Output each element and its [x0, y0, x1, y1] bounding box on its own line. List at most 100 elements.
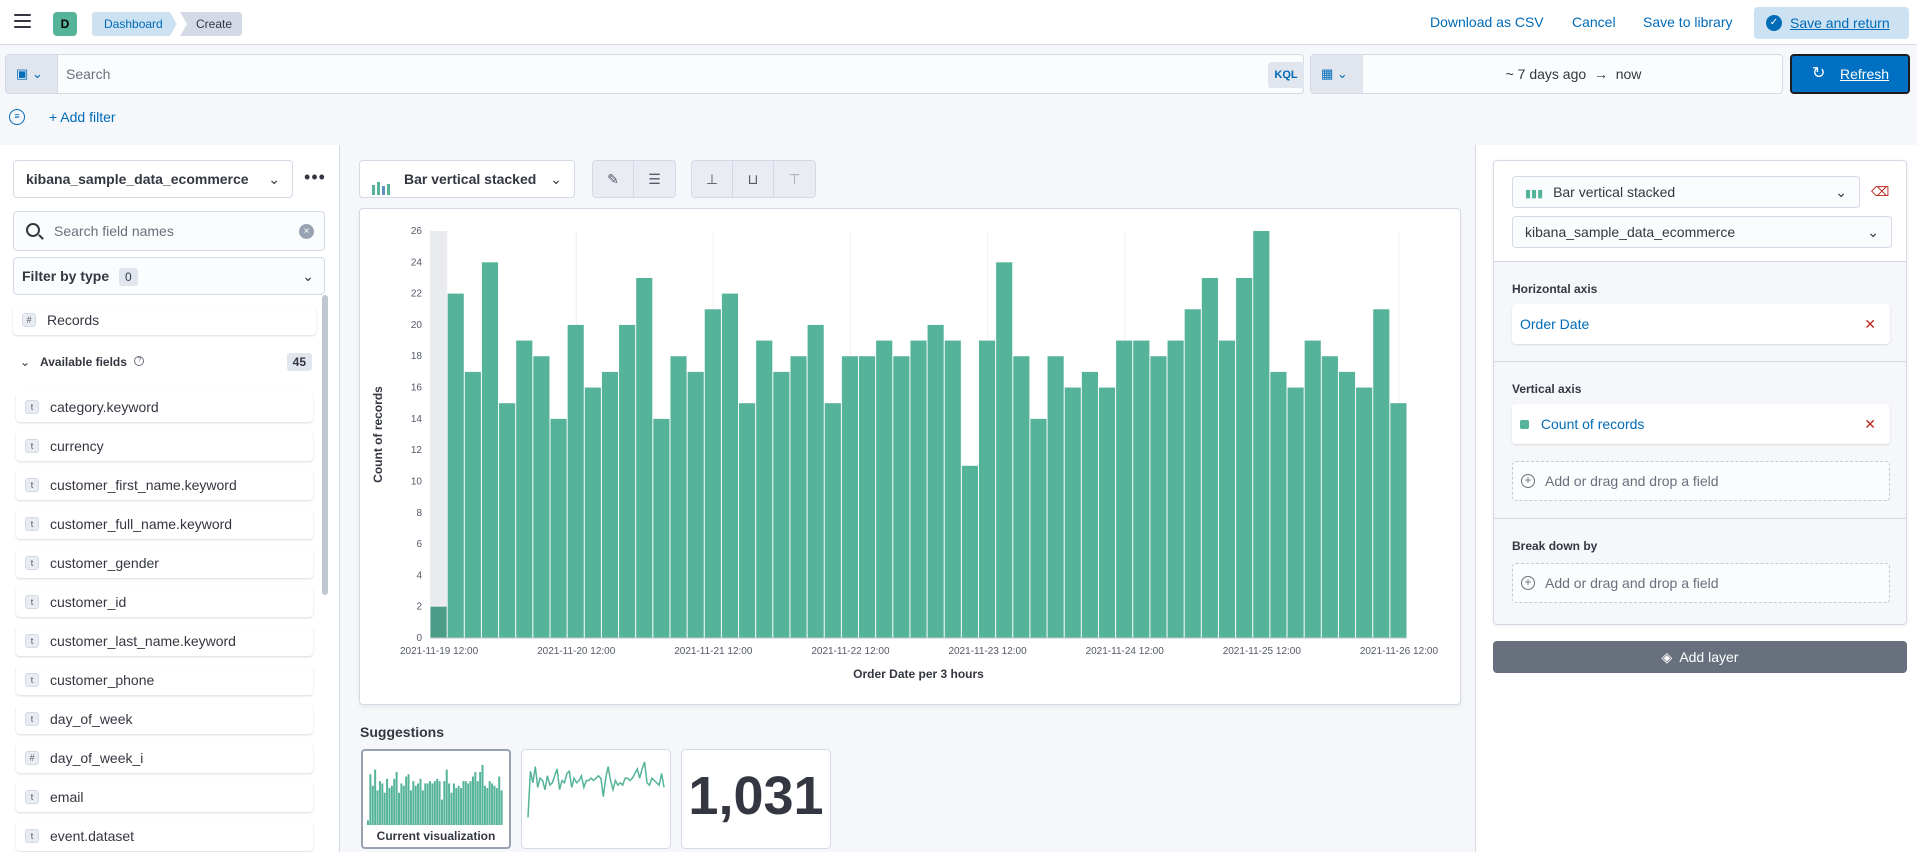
field-item[interactable]: t customer_full_name.keyword: [16, 509, 313, 539]
visualization-type-selector[interactable]: Bar vertical stacked ⌄: [359, 160, 575, 198]
search-icon: [26, 223, 40, 237]
field-item[interactable]: t event.dataset: [16, 821, 313, 851]
thumbnail-bar: [381, 783, 384, 825]
field-item-records[interactable]: # Records: [13, 305, 316, 335]
field-item[interactable]: t category.keyword: [16, 392, 313, 422]
field-item[interactable]: t customer_phone: [16, 665, 313, 695]
vertical-axis-title: Vertical axis: [1512, 382, 1582, 396]
quick-date-button[interactable]: ▦ ⌄: [1311, 55, 1363, 93]
cancel-link[interactable]: Cancel: [1572, 14, 1616, 30]
layers-icon: ◈: [1661, 649, 1673, 665]
suggestion-bar-thumbnail: [367, 765, 503, 825]
refresh-button[interactable]: ↻ Refresh: [1790, 54, 1910, 94]
filter-by-type-button[interactable]: Filter by type 0 ⌄: [13, 257, 325, 295]
saved-query-button[interactable]: ▣ ⌄: [6, 55, 58, 93]
clear-icon[interactable]: ×: [299, 224, 314, 239]
bottom-axis-icon[interactable]: ⊔: [733, 161, 774, 197]
date-range[interactable]: ~ 7 days ago → now: [1371, 55, 1776, 93]
thumbnail-bar: [467, 783, 470, 825]
top-header: D Dashboard Create Download as CSV Cance…: [0, 0, 1917, 45]
bar: [584, 387, 601, 638]
thumbnail-bar: [486, 788, 489, 825]
y-tick-label: 4: [416, 570, 422, 581]
y-tick-label: 10: [411, 476, 423, 487]
text-type-icon: t: [25, 673, 39, 687]
breadcrumb-dashboard[interactable]: Dashboard: [92, 12, 177, 36]
field-item[interactable]: t customer_id: [16, 587, 313, 617]
thumbnail-bar: [412, 781, 415, 825]
x-tick-label: 2021-11-19 12:00: [400, 646, 479, 657]
field-item[interactable]: t day_of_week: [16, 704, 313, 734]
suggestion-line-chart[interactable]: [521, 749, 671, 849]
y-axis-title: Count of records: [371, 386, 385, 483]
field-name: customer_full_name.keyword: [50, 516, 233, 532]
save-and-return-button[interactable]: ✓ Save and return: [1754, 7, 1909, 39]
search-input[interactable]: [66, 61, 1126, 87]
more-options-icon[interactable]: •••: [303, 168, 327, 192]
y-tick-label: 20: [411, 320, 423, 331]
scrollbar[interactable]: [322, 295, 328, 595]
save-to-library-link[interactable]: Save to library: [1643, 14, 1732, 30]
thumbnail-bar: [376, 790, 379, 825]
text-type-icon: t: [25, 790, 39, 804]
field-list-panel: kibana_sample_data_ecommerce ⌄ ••• × Fil…: [0, 145, 340, 852]
bar: [1116, 340, 1133, 638]
thumbnail-bar: [438, 781, 441, 825]
field-item[interactable]: t customer_last_name.keyword: [16, 626, 313, 656]
check-circle-icon: ✓: [1766, 15, 1782, 31]
field-item[interactable]: # day_of_week_i: [16, 743, 313, 773]
thumbnail-bar: [367, 820, 369, 825]
horizontal-axis-field[interactable]: Order Date ✕: [1512, 304, 1890, 344]
add-layer-button[interactable]: ◈ Add layer: [1493, 641, 1907, 673]
info-icon[interactable]: ?: [134, 356, 145, 366]
layer-chart-type-label: Bar vertical stacked: [1553, 184, 1676, 200]
vertical-axis-field[interactable]: Count of records ✕: [1512, 404, 1890, 444]
bar: [1253, 231, 1270, 638]
right-axis-icon[interactable]: ⊤: [774, 161, 815, 197]
field-item[interactable]: t email: [16, 782, 313, 812]
suggestion-metric[interactable]: 1,031: [681, 749, 831, 849]
layer-index-selector[interactable]: kibana_sample_data_ecommerce ⌄: [1512, 216, 1892, 248]
thumbnail-bar: [474, 771, 477, 825]
field-item[interactable]: t customer_gender: [16, 548, 313, 578]
field-item[interactable]: t currency: [16, 431, 313, 461]
date-picker: ▦ ⌄ ~ 7 days ago → now: [1310, 54, 1783, 94]
break-down-add-field[interactable]: + Add or drag and drop a field: [1512, 563, 1890, 603]
suggestion-current-visualization[interactable]: Current visualization: [361, 749, 511, 849]
remove-icon[interactable]: ✕: [1864, 404, 1876, 444]
field-search-input[interactable]: [54, 220, 294, 242]
field-item[interactable]: t customer_first_name.keyword: [16, 470, 313, 500]
remove-layer-icon[interactable]: ⌫: [1871, 184, 1889, 200]
date-end[interactable]: now: [1616, 66, 1642, 82]
paint-brush-icon[interactable]: ✎: [593, 161, 634, 197]
download-csv-link[interactable]: Download as CSV: [1430, 14, 1544, 30]
menu-icon[interactable]: [14, 14, 31, 28]
add-filter-button[interactable]: + Add filter: [49, 109, 116, 125]
filter-options-icon[interactable]: ≡: [9, 109, 25, 125]
field-name: customer_first_name.keyword: [50, 477, 237, 493]
chevron-down-icon: ⌄: [302, 268, 314, 284]
space-avatar[interactable]: D: [53, 12, 77, 36]
remove-icon[interactable]: ✕: [1864, 304, 1876, 344]
vertical-add-field[interactable]: + Add or drag and drop a field: [1512, 461, 1890, 501]
calendar-icon: ▦: [1321, 66, 1334, 81]
thumbnail-bar: [462, 781, 465, 825]
text-type-icon: t: [25, 400, 39, 414]
date-start[interactable]: ~ 7 days ago: [1506, 66, 1587, 82]
kql-toggle[interactable]: KQL: [1268, 62, 1304, 88]
layer-chart-type-selector[interactable]: ▮▮▮ Bar vertical stacked ⌄: [1512, 176, 1860, 208]
left-axis-icon[interactable]: ⊥: [692, 161, 733, 197]
y-tick-label: 14: [411, 414, 423, 425]
bar: [464, 371, 481, 638]
thumbnail-bar: [402, 785, 405, 825]
index-pattern-selector[interactable]: kibana_sample_data_ecommerce ⌄: [13, 160, 293, 198]
vertical-field-label: Count of records: [1540, 416, 1645, 432]
text-type-icon: t: [25, 712, 39, 726]
legend-icon[interactable]: ☰: [634, 161, 675, 197]
thumbnail-bar: [386, 778, 389, 825]
field-name: customer_id: [50, 594, 127, 610]
thumbnail-bar: [469, 781, 472, 825]
suggestion-line-thumbnail: [527, 761, 665, 818]
available-fields-header[interactable]: ⌄ Available fields ? 45: [16, 350, 316, 374]
bar: [807, 324, 824, 638]
